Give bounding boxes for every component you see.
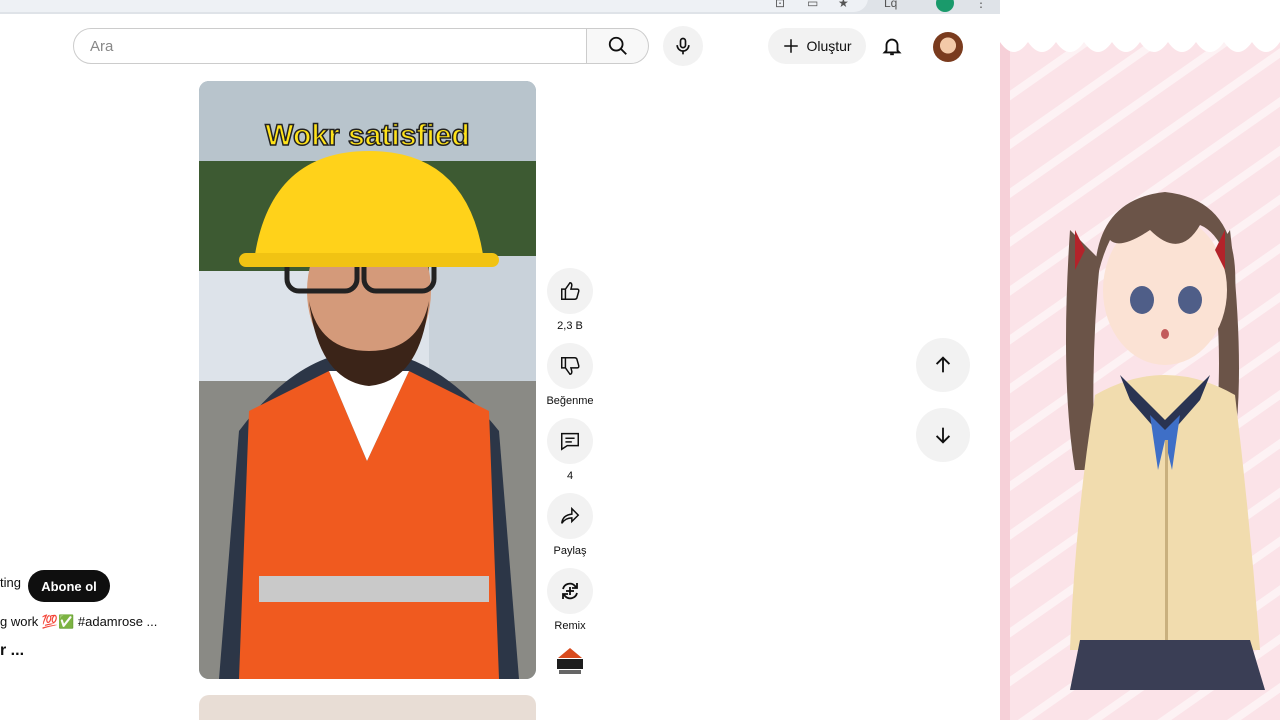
comment-icon [561, 432, 579, 451]
menu-dots-icon[interactable]: ⋮ [975, 0, 987, 10]
voice-search-button[interactable] [663, 26, 703, 66]
remix-label: Remix [554, 620, 586, 632]
like-action: 2,3 B [545, 268, 595, 332]
remix-icon [562, 582, 578, 600]
translate-icon[interactable]: ⊡ [775, 0, 785, 10]
video-description[interactable]: g work 💯✅ #adamrose ... [0, 614, 157, 630]
share-action: Paylaş [545, 493, 595, 557]
notifications-button[interactable] [872, 26, 912, 66]
remix-button[interactable] [547, 568, 593, 614]
vtuber-overlay [1000, 0, 1280, 720]
like-button[interactable] [547, 268, 593, 314]
avatar[interactable] [933, 32, 963, 62]
create-button[interactable]: Oluştur [768, 28, 866, 64]
remix-action: Remix [545, 568, 595, 632]
address-bar[interactable] [0, 0, 868, 12]
search-placeholder: Ara [90, 38, 114, 55]
next-video-button[interactable] [916, 408, 970, 462]
dislike-action: Beğenme [545, 343, 595, 407]
comments-action: 4 [545, 418, 595, 482]
dislike-label: Beğenme [546, 395, 594, 407]
arrow-up-icon [935, 356, 951, 373]
bell-icon [882, 38, 902, 56]
video-title[interactable]: r ... [0, 642, 24, 660]
previous-video-button[interactable] [916, 338, 970, 392]
plus-icon [784, 39, 799, 53]
subscribe-button[interactable]: Abone ol [28, 570, 110, 602]
search-input[interactable]: Ara [73, 28, 587, 64]
profile-label[interactable]: Lq [884, 0, 897, 10]
next-shorts-preview[interactable] [199, 695, 536, 720]
star-icon[interactable]: ★ [838, 0, 849, 10]
channel-name[interactable]: ting [0, 575, 21, 590]
share-label: Paylaş [553, 545, 587, 557]
cast-icon[interactable]: ▭ [807, 0, 818, 10]
video-caption: Wokr satisfied [264, 118, 470, 153]
thumbs-up-icon [561, 282, 580, 300]
like-count: 2,3 B [557, 320, 583, 332]
mic-icon [676, 37, 690, 55]
create-label: Oluştur [806, 38, 852, 54]
video-frame-image [199, 81, 536, 679]
channel-logo-icon [557, 648, 583, 674]
profile-dot-icon[interactable] [936, 0, 954, 12]
share-icon [561, 506, 580, 524]
search-button[interactable] [587, 28, 649, 64]
comments-button[interactable] [547, 418, 593, 464]
anime-character-image [1000, 0, 1280, 720]
shorts-video-player[interactable]: Wokr satisfied [199, 81, 536, 679]
comment-count: 4 [566, 470, 574, 482]
youtube-page: Ara Oluştur Wokr satisfied 2,3 B Beğenme… [0, 14, 1000, 720]
sound-source-thumbnail[interactable] [545, 646, 595, 681]
thumbs-down-icon [561, 357, 580, 375]
search-icon [608, 36, 627, 55]
arrow-down-icon [935, 427, 951, 444]
dislike-button[interactable] [547, 343, 593, 389]
share-button[interactable] [547, 493, 593, 539]
browser-bar: ⊡ ▭ ★ Lq ⋮ [0, 0, 1000, 14]
